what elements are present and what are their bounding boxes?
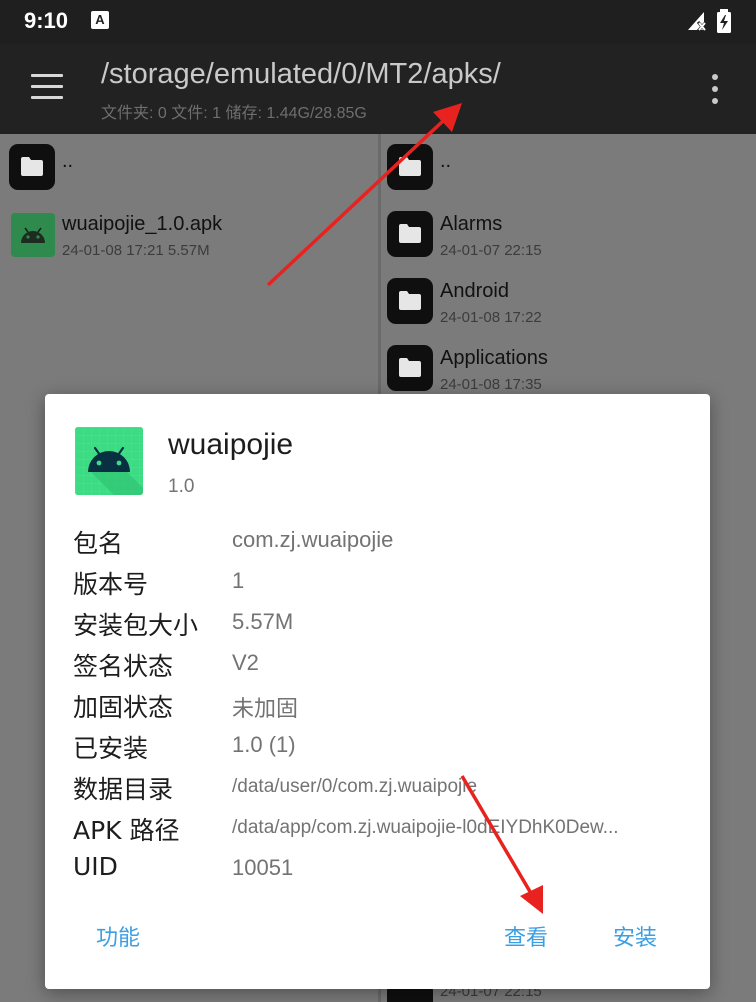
info-label: 数据目录 bbox=[73, 775, 174, 804]
app-version: 1.0 bbox=[168, 476, 195, 497]
list-item-parent-dir[interactable]: .. bbox=[381, 142, 756, 208]
info-row-hardening: 加固状态 未加固 bbox=[73, 688, 693, 728]
info-row-package-size: 安装包大小 5.57M bbox=[73, 606, 693, 646]
hamburger-menu-icon[interactable] bbox=[31, 74, 63, 100]
info-row-data-dir: 数据目录 /data/user/0/com.zj.wuaipojie bbox=[73, 770, 693, 810]
more-vert-icon[interactable] bbox=[705, 72, 725, 106]
info-row-apk-path: APK 路径 /data/app/com.zj.wuaipojie-l0dEIY… bbox=[73, 811, 693, 851]
status-bar: 9:10 A bbox=[0, 0, 756, 44]
notification-a-icon: A bbox=[91, 11, 109, 29]
list-item-alarms[interactable]: Alarms 24-01-07 22:15 bbox=[381, 209, 756, 275]
folder-icon bbox=[387, 211, 433, 257]
info-row-version-code: 版本号 1 bbox=[73, 565, 693, 605]
folder-icon bbox=[387, 278, 433, 324]
info-row-signature: 签名状态 V2 bbox=[73, 647, 693, 687]
info-label: 包名 bbox=[73, 529, 124, 558]
info-row-uid: UID 10051 bbox=[73, 852, 693, 892]
info-value[interactable]: 10051 bbox=[232, 855, 293, 881]
info-value[interactable]: 1 bbox=[232, 568, 244, 594]
info-label: UID bbox=[73, 852, 118, 881]
item-meta: 24-01-08 17:21 5.57M bbox=[62, 242, 210, 259]
list-item-apk[interactable]: wuaipojie_1.0.apk 24-01-08 17:21 5.57M bbox=[0, 209, 378, 275]
list-item-parent-dir[interactable]: .. bbox=[0, 142, 378, 208]
info-value[interactable]: 5.57M bbox=[232, 609, 293, 635]
item-name: wuaipojie_1.0.apk bbox=[62, 213, 223, 235]
info-value[interactable]: 未加固 bbox=[232, 691, 298, 723]
current-path[interactable]: /storage/emulated/0/MT2/apks/ bbox=[101, 58, 501, 91]
functions-button[interactable]: 功能 bbox=[96, 920, 140, 952]
info-label: 签名状态 bbox=[73, 652, 174, 681]
info-row-installed: 已安装 1.0 (1) bbox=[73, 729, 693, 769]
info-value[interactable]: /data/user/0/com.zj.wuaipojie bbox=[232, 776, 477, 798]
info-label: 已安装 bbox=[73, 734, 149, 763]
signal-off-icon bbox=[686, 9, 708, 37]
android-apk-icon bbox=[11, 213, 55, 257]
item-name: Android bbox=[440, 280, 509, 302]
install-button[interactable]: 安装 bbox=[613, 920, 657, 952]
list-item-android[interactable]: Android 24-01-08 17:22 bbox=[381, 276, 756, 342]
info-value[interactable]: /data/app/com.zj.wuaipojie-l0dEIYDhK0Dew… bbox=[232, 817, 619, 839]
info-value[interactable]: V2 bbox=[232, 650, 259, 676]
item-name: Alarms bbox=[440, 213, 503, 235]
folder-icon bbox=[9, 144, 55, 190]
info-label: 加固状态 bbox=[73, 693, 174, 722]
battery-charging-icon bbox=[716, 8, 732, 38]
item-meta: 24-01-08 17:22 bbox=[440, 309, 542, 326]
info-label: 安装包大小 bbox=[73, 611, 199, 640]
item-meta: 24-01-08 17:35 bbox=[440, 376, 542, 393]
folder-icon bbox=[387, 144, 433, 190]
folder-icon bbox=[387, 345, 433, 391]
item-name: Applications bbox=[440, 347, 548, 369]
toolbar: /storage/emulated/0/MT2/apks/ 文件夹: 0 文件:… bbox=[0, 44, 756, 134]
view-button[interactable]: 查看 bbox=[504, 920, 548, 952]
android-app-icon bbox=[75, 427, 143, 495]
storage-summary: 文件夹: 0 文件: 1 储存: 1.44G/28.85G bbox=[101, 105, 367, 122]
info-label: 版本号 bbox=[73, 570, 149, 599]
item-name: .. bbox=[62, 150, 74, 172]
status-time: 9:10 bbox=[24, 8, 69, 33]
info-value[interactable]: 1.0 (1) bbox=[232, 732, 296, 758]
info-label: APK 路径 bbox=[73, 816, 180, 845]
item-meta: 24-01-07 22:15 bbox=[440, 242, 542, 259]
info-value[interactable]: com.zj.wuaipojie bbox=[232, 527, 393, 553]
info-row-package: 包名 com.zj.wuaipojie bbox=[73, 524, 693, 564]
item-name: .. bbox=[440, 150, 452, 172]
apk-info-dialog: wuaipojie 1.0 包名 com.zj.wuaipojie 版本号 1 … bbox=[45, 394, 710, 989]
app-name: wuaipojie bbox=[168, 428, 294, 461]
